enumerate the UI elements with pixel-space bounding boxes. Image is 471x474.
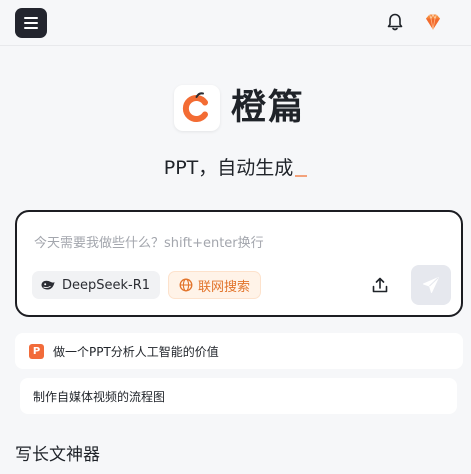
- upload-icon: [372, 277, 388, 293]
- ppt-badge-icon: P: [29, 343, 44, 359]
- hamburger-menu-button[interactable]: [15, 8, 47, 38]
- brand-name: 橙篇: [231, 88, 306, 128]
- brand: 橙篇: [174, 85, 305, 131]
- suggestion-text: 制作自媒体视频的流程图: [33, 389, 166, 404]
- diamond-icon[interactable]: [423, 12, 443, 32]
- send-icon: [423, 277, 439, 293]
- typing-cursor: [295, 175, 308, 177]
- prompt-input[interactable]: 今天需要我做些什么？shift+enter换行: [34, 232, 264, 251]
- suggestion-item[interactable]: P 做一个PPT分析人工智能的价值: [15, 333, 463, 369]
- suggestion-item[interactable]: 制作自媒体视频的流程图: [20, 378, 457, 414]
- web-search-label: 联网搜索: [198, 279, 251, 295]
- whale-icon: [41, 280, 55, 290]
- prompt-composer: 今天需要我做些什么？shift+enter换行 DeepSeek-R1 联网搜索: [15, 210, 463, 317]
- web-search-toggle[interactable]: 联网搜索: [168, 271, 262, 299]
- tagline-text: PPT，自动生成: [163, 157, 294, 179]
- upload-button[interactable]: [369, 274, 391, 296]
- tagline: PPT，自动生成: [0, 155, 471, 181]
- send-button[interactable]: [411, 265, 451, 305]
- model-label: DeepSeek-R1: [62, 277, 151, 293]
- bell-icon[interactable]: [386, 12, 404, 32]
- orange-c-logo: [174, 85, 220, 131]
- model-selector[interactable]: DeepSeek-R1: [32, 271, 161, 299]
- globe-icon: [179, 278, 193, 292]
- top-bar: [0, 0, 471, 46]
- section-title: 写长文神器: [15, 445, 100, 465]
- suggestion-text: 做一个PPT分析人工智能的价值: [53, 344, 219, 359]
- hamburger-menu-icon: [24, 17, 38, 19]
